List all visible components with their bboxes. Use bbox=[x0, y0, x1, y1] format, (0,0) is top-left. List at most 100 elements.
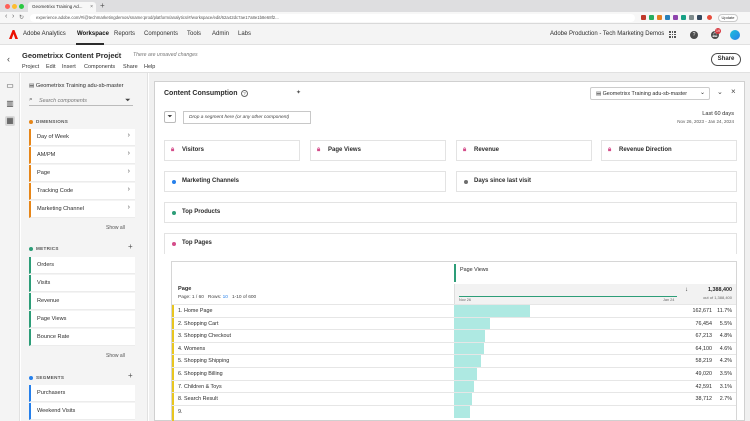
menu-project[interactable]: Project bbox=[22, 64, 39, 70]
metric-item[interactable]: Bounce Rate bbox=[29, 329, 135, 346]
update-button[interactable]: Update bbox=[718, 14, 738, 22]
segments-header[interactable]: SEGMENTS bbox=[29, 375, 64, 380]
forward-icon[interactable]: › bbox=[12, 13, 14, 20]
back-chevron-icon[interactable]: ‹ bbox=[7, 54, 10, 64]
section-top-products[interactable]: Top Products bbox=[164, 202, 737, 223]
extension-icon[interactable] bbox=[697, 15, 702, 20]
segment-drop-zone[interactable]: Drop a segment here (or any other compon… bbox=[183, 111, 311, 124]
app-name[interactable]: Adobe Analytics bbox=[23, 31, 66, 37]
table-row[interactable]: 7. Children & Toys 42,591 3.1% bbox=[172, 379, 736, 393]
metrics-header[interactable]: METRICS bbox=[29, 246, 59, 251]
close-window-dot[interactable] bbox=[5, 4, 10, 9]
dimension-item[interactable]: AM/PM › bbox=[29, 147, 135, 164]
add-segment-icon[interactable]: + bbox=[128, 371, 133, 380]
app-switcher-grid-icon[interactable] bbox=[669, 31, 676, 38]
nav-reports[interactable]: Reports bbox=[114, 31, 135, 37]
help-icon[interactable]: ? bbox=[241, 90, 248, 97]
add-metric-icon[interactable]: + bbox=[128, 242, 133, 251]
segment-item[interactable]: Purchasers bbox=[29, 385, 135, 402]
table-row[interactable]: 2. Shopping Cart 76,454 5.5% bbox=[172, 316, 736, 330]
nav-workspace[interactable]: Workspace bbox=[77, 31, 109, 37]
menu-share[interactable]: Share bbox=[123, 64, 138, 70]
extension-icon[interactable] bbox=[689, 15, 694, 20]
chevron-right-icon[interactable]: › bbox=[128, 186, 130, 193]
extension-icon[interactable] bbox=[665, 15, 670, 20]
table-row[interactable]: 1. Home Page 162,671 11.7% bbox=[172, 304, 736, 317]
profile-icon[interactable] bbox=[707, 15, 712, 20]
star-icon[interactable]: ☆ bbox=[114, 50, 122, 61]
menu-insert[interactable]: Insert bbox=[62, 64, 76, 70]
table-row[interactable]: 3. Shopping Checkout 67,213 4.8% bbox=[172, 329, 736, 343]
menu-components[interactable]: Components bbox=[84, 64, 115, 70]
panel-report-suite-dropdown[interactable]: ▤ Geometrixx Training adu-sb-master ⌄ bbox=[590, 87, 710, 100]
visualization-card-days-since-last-visit[interactable]: Days since last visit bbox=[456, 171, 737, 192]
dimension-item[interactable]: Page › bbox=[29, 165, 135, 182]
chevron-right-icon[interactable]: › bbox=[128, 132, 130, 139]
table-row[interactable]: 8. Search Result 38,712 2.7% bbox=[172, 392, 736, 406]
adobe-logo-icon[interactable] bbox=[9, 30, 18, 39]
chevron-right-icon[interactable]: › bbox=[128, 150, 130, 157]
table-row[interactable]: 4. Womens 64,100 4.6% bbox=[172, 341, 736, 355]
table-row[interactable]: 5. Shopping Shipping 58,219 4.2% bbox=[172, 354, 736, 368]
visualizations-icon[interactable]: ▥ bbox=[5, 99, 15, 109]
extension-icon[interactable] bbox=[657, 15, 662, 20]
extension-icon[interactable] bbox=[649, 15, 654, 20]
date-range[interactable]: Last 60 days Nov 26, 2023 - Jan 24, 2024 bbox=[677, 111, 734, 124]
metric-item[interactable]: Visits bbox=[29, 275, 135, 292]
menu-edit[interactable]: Edit bbox=[46, 64, 55, 70]
menu-help[interactable]: Help bbox=[144, 64, 155, 70]
browser-tab[interactable]: Geometrixx Training Ad... × bbox=[28, 2, 96, 12]
nav-admin[interactable]: Admin bbox=[212, 31, 229, 37]
avatar[interactable] bbox=[730, 30, 740, 40]
url-field[interactable]: experience.adobe.com/#/@techmarketingdem… bbox=[30, 14, 635, 22]
share-button[interactable]: Share bbox=[711, 53, 741, 66]
visualization-card-visitors[interactable]: 🔒︎ Visitors bbox=[164, 140, 300, 161]
org-switcher[interactable]: Adobe Production - Tech Marketing Demos bbox=[550, 31, 664, 37]
table-row[interactable]: 9. bbox=[172, 404, 736, 418]
back-icon[interactable]: ‹ bbox=[5, 13, 7, 20]
collapse-chevron-icon[interactable]: ⌄ bbox=[717, 88, 723, 96]
dimensions-header[interactable]: DIMENSIONS bbox=[29, 119, 68, 124]
tab-close-icon[interactable]: × bbox=[90, 4, 93, 10]
dimension-item[interactable]: Day of Week › bbox=[29, 129, 135, 146]
metric-item[interactable]: Orders bbox=[29, 257, 135, 274]
visualization-card-marketing-channels[interactable]: Marketing Channels bbox=[164, 171, 446, 192]
metric-item[interactable]: Page Views bbox=[29, 311, 135, 328]
report-suite-selector[interactable]: ▤ Geometrixx Training adu-sb-master bbox=[29, 83, 124, 89]
visualization-card-page-views[interactable]: 🔒︎ Page Views bbox=[310, 140, 446, 161]
project-title[interactable]: Geometrixx Content Project bbox=[22, 51, 121, 60]
table-row[interactable]: 6. Shopping Billing 49,020 3.5% bbox=[172, 366, 736, 380]
search-input[interactable]: ⌕ Search components bbox=[29, 96, 133, 106]
move-icon[interactable]: ✦ bbox=[296, 89, 301, 96]
chevron-right-icon[interactable]: › bbox=[128, 204, 130, 211]
dimension-item[interactable]: Marketing Channel › bbox=[29, 201, 135, 218]
maximize-window-dot[interactable] bbox=[19, 4, 24, 9]
help-circle-icon[interactable]: ? bbox=[690, 31, 698, 39]
extension-icon[interactable] bbox=[641, 15, 646, 20]
page-number[interactable]: 1 bbox=[192, 295, 195, 300]
funnel-icon[interactable]: ⏷ bbox=[125, 97, 131, 105]
visualization-card-revenue[interactable]: 🔒︎ Revenue bbox=[456, 140, 592, 161]
dimensions-show-all[interactable]: Show all bbox=[106, 225, 125, 231]
panels-icon[interactable]: ▭ bbox=[5, 81, 15, 91]
extension-icon[interactable] bbox=[673, 15, 678, 20]
segment-item[interactable]: Weekend Visits bbox=[29, 403, 135, 420]
panel-title[interactable]: Content Consumption bbox=[164, 90, 238, 97]
minimize-window-dot[interactable] bbox=[12, 4, 17, 9]
metrics-show-all[interactable]: Show all bbox=[106, 353, 125, 359]
new-tab-icon[interactable]: + bbox=[100, 1, 105, 10]
chevron-right-icon[interactable]: › bbox=[128, 168, 130, 175]
visualization-card-revenue-direction[interactable]: 🔒︎ Revenue Direction bbox=[601, 140, 737, 161]
nav-components[interactable]: Components bbox=[144, 31, 178, 37]
close-icon[interactable]: × bbox=[731, 87, 736, 96]
dimension-item[interactable]: Tracking Code › bbox=[29, 183, 135, 200]
components-icon[interactable]: ▦ bbox=[5, 116, 15, 126]
dimension-header[interactable]: Page bbox=[178, 286, 191, 292]
extension-icon[interactable] bbox=[681, 15, 686, 20]
segment-filter-icon[interactable]: ⏷ bbox=[164, 111, 176, 123]
metric-item[interactable]: Revenue bbox=[29, 293, 135, 310]
section-top-pages[interactable]: Top Pages bbox=[164, 233, 737, 254]
nav-tools[interactable]: Tools bbox=[187, 31, 201, 37]
rows-per-page[interactable]: 10 bbox=[223, 295, 228, 300]
nav-labs[interactable]: Labs bbox=[238, 31, 251, 37]
